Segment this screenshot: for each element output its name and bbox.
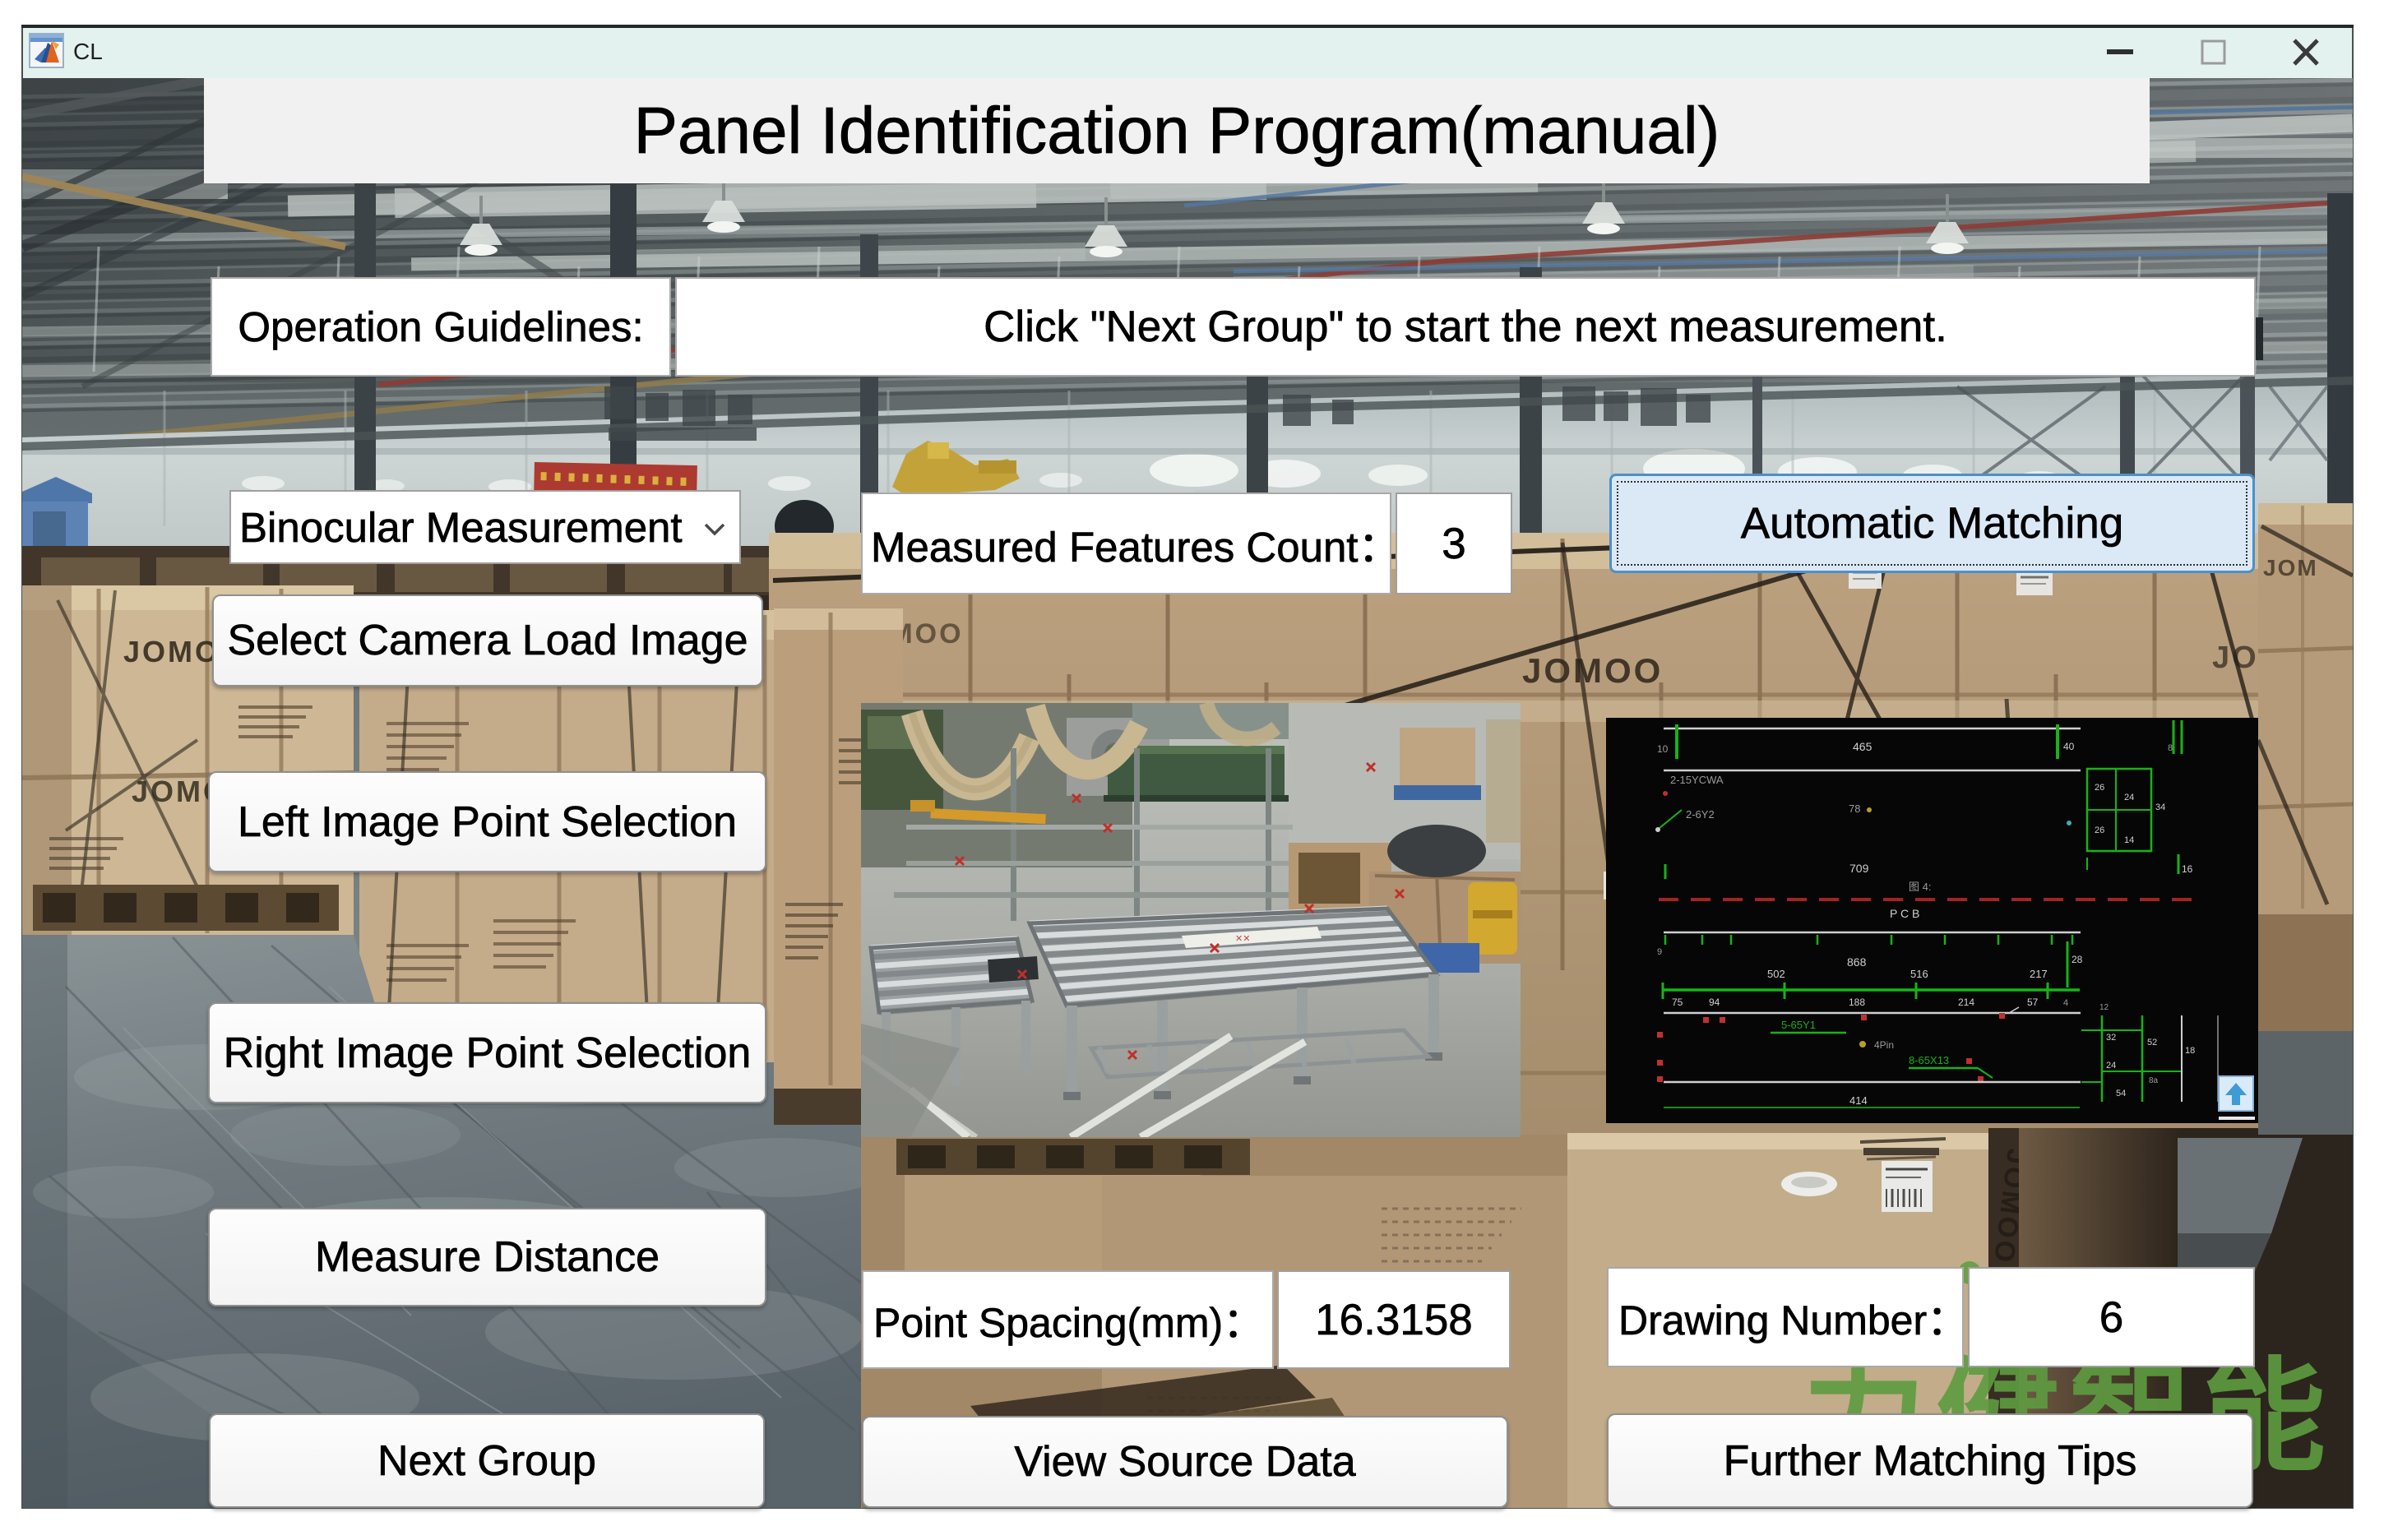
svg-text:24: 24 [2106, 1061, 2116, 1071]
svg-text:JOM: JOM [2263, 555, 2318, 580]
svg-text:9: 9 [1657, 947, 1662, 957]
svg-text:214: 214 [1958, 997, 1974, 1008]
svg-text:28: 28 [2072, 954, 2083, 965]
svg-text:40: 40 [2063, 741, 2075, 752]
svg-text:54: 54 [2116, 1089, 2126, 1098]
svg-text:868: 868 [1847, 955, 1867, 969]
svg-text:32: 32 [2106, 1033, 2116, 1043]
svg-text:4Pin: 4Pin [1874, 1039, 1894, 1051]
svg-text:26: 26 [2095, 783, 2104, 793]
svg-text:57: 57 [2027, 997, 2039, 1008]
svg-text:414: 414 [1849, 1094, 1868, 1107]
svg-text:16: 16 [2182, 863, 2193, 875]
svg-text:P C B: P C B [1890, 907, 1919, 920]
svg-text:52: 52 [2147, 1038, 2157, 1047]
svg-text:18: 18 [2185, 1046, 2195, 1056]
svg-text:图 4:: 图 4: [1909, 881, 1931, 893]
svg-text:75: 75 [1672, 997, 1683, 1008]
svg-text:2-6Y2: 2-6Y2 [1686, 808, 1715, 821]
svg-text:26: 26 [2095, 825, 2104, 835]
svg-text:JOMOO: JOMOO [1522, 651, 1663, 690]
svg-text:24: 24 [2124, 793, 2134, 802]
svg-text:14: 14 [2124, 835, 2134, 845]
svg-text:✕✕: ✕✕ [1235, 934, 1250, 944]
svg-text:188: 188 [1849, 997, 1865, 1008]
svg-text:10: 10 [1657, 743, 1669, 755]
svg-text:2-15YCWA: 2-15YCWA [1670, 774, 1724, 786]
svg-text:516: 516 [1910, 968, 1928, 980]
svg-text:217: 217 [2030, 968, 2048, 980]
svg-text:502: 502 [1767, 968, 1785, 980]
svg-text:465: 465 [1853, 740, 1872, 753]
svg-text:8: 8 [2168, 743, 2173, 753]
svg-text:8a: 8a [2149, 1076, 2159, 1085]
svg-text:12: 12 [2099, 1003, 2109, 1012]
svg-text:CL: CL [73, 39, 103, 64]
svg-text:94: 94 [1709, 997, 1720, 1008]
svg-text:8-65X13: 8-65X13 [1909, 1054, 1949, 1066]
svg-text:78: 78 [1849, 802, 1860, 815]
svg-text:709: 709 [1849, 862, 1869, 875]
svg-text:4: 4 [2063, 998, 2068, 1008]
svg-text:34: 34 [2155, 802, 2165, 812]
svg-text:5-65Y1: 5-65Y1 [1781, 1019, 1816, 1031]
